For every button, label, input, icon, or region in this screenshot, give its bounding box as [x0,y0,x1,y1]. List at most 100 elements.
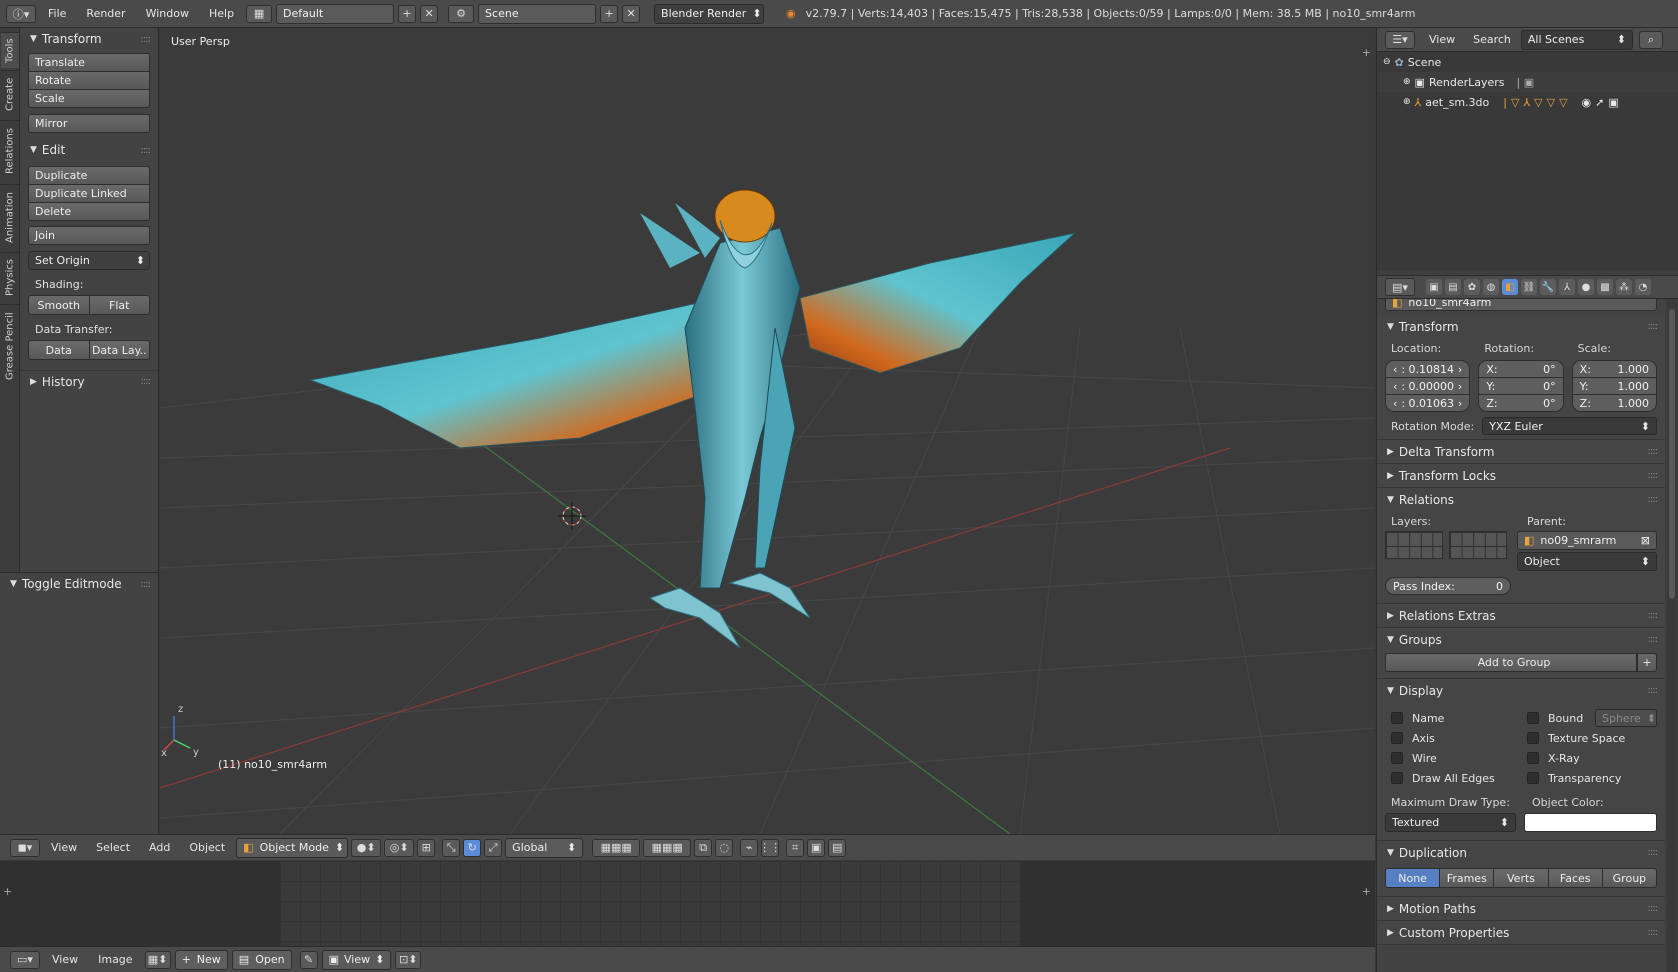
panel-relations-extras-header[interactable]: ▶ Relations Extras:::: [1377,604,1665,627]
rotation-z-field[interactable]: Z: 0° [1478,394,1564,412]
render-layers-tab-icon[interactable]: ▤ [1445,279,1461,295]
drag-handle-icon[interactable]: :::: [1648,470,1659,481]
duplication-none-button[interactable]: None [1385,868,1441,888]
viewport-shading-icon[interactable]: ●⬍ [351,838,382,857]
layers-grid[interactable] [1449,531,1507,559]
scene-field[interactable]: Scene [478,3,597,24]
data-layout-button[interactable]: Data Lay.. [88,340,150,360]
menu-window[interactable]: Window [138,7,197,20]
image-editor[interactable]: + + [0,861,1375,946]
location-z-field[interactable]: ‹: 0.01063 › [1385,394,1471,412]
name-checkbox[interactable]: Name [1391,708,1527,728]
join-button[interactable]: Join [28,226,150,245]
draw-all-edges-checkbox[interactable]: Draw All Edges [1391,768,1527,788]
bound-type-select[interactable]: Sphere ⬍ [1595,709,1657,727]
wire-checkbox[interactable]: Wire [1391,748,1527,768]
physics-tab-icon[interactable]: ◔ [1635,279,1651,295]
render-camera-icon[interactable]: ▣ [807,838,826,857]
pin-icon[interactable]: ✎ [299,950,318,969]
open-image-button[interactable]: ▤ Open [231,949,292,970]
scale-z-field[interactable]: Z: 1.000 [1571,394,1657,412]
mirror-button[interactable]: Mirror [28,114,150,133]
flat-button[interactable]: Flat [88,295,150,315]
creature-model[interactable] [308,189,1077,649]
rotation-x-field[interactable]: X: 0° [1478,360,1564,378]
tab-tools[interactable]: Tools [1,32,19,68]
menu-search[interactable]: Search [1469,33,1515,46]
rotation-mode-select[interactable]: YXZ Euler ⬍ [1482,417,1657,435]
add-layout-icon[interactable]: + [398,4,417,23]
rotation-y-field[interactable]: Y: 0° [1478,377,1564,395]
menu-select[interactable]: Select [88,841,138,854]
drag-handle-icon[interactable]: :::: [141,145,152,156]
tab-animation[interactable]: Animation [1,184,19,250]
menu-view[interactable]: View [44,953,86,966]
object-name-field[interactable]: ◧ no10_smr4arm [1385,299,1657,311]
pivot-icon[interactable]: ⊡⬍ [395,950,422,969]
display-mode-select[interactable]: All Scenes ⬍ [1520,29,1633,50]
editor-type-3d-icon[interactable]: ◼▾ [10,838,40,857]
panel-edit-header[interactable]: ▼ Edit:::: [20,139,158,161]
editor-type-info-icon[interactable]: ⓘ▾ [6,4,36,23]
scale-x-field[interactable]: X: 1.000 [1571,360,1657,378]
drag-handle-icon[interactable]: :::: [141,376,152,387]
object-tab-icon[interactable]: ◧ [1502,279,1518,295]
layers-grid-1-icon[interactable]: ▦▦▦ [592,838,641,857]
translate-button[interactable]: Translate [28,53,150,72]
menu-object[interactable]: Object [181,841,233,854]
set-origin-dropdown[interactable]: Set Origin ⬍ [28,251,150,270]
duplicate-linked-button[interactable]: Duplicate Linked [28,184,150,203]
rotate-manipulator-icon[interactable]: ↻ [463,838,482,857]
bound-checkbox[interactable]: Bound Sphere ⬍ [1527,708,1657,728]
scale-button[interactable]: Scale [28,89,150,108]
add-to-group-button[interactable]: Add to Group [1385,653,1637,672]
tab-grease-pencil[interactable]: Grease Pencil [1,304,19,388]
drag-handle-icon[interactable]: :::: [1648,847,1659,858]
duplication-verts-button[interactable]: Verts [1493,868,1549,888]
texture-tab-icon[interactable]: ▩ [1597,279,1613,295]
constraints-tab-icon[interactable]: ⛓ [1521,279,1537,295]
panel-relations-header[interactable]: ▼ Relations:::: [1377,488,1665,511]
scrollbar-thumb[interactable] [1669,309,1675,599]
drag-handle-icon[interactable]: :::: [1648,494,1659,505]
3d-cursor-icon[interactable] [558,502,586,530]
editor-type-image-icon[interactable]: ▭▾ [10,950,40,969]
location-y-field[interactable]: ‹: 0.00000 › [1385,377,1471,395]
pass-index-field[interactable]: Pass Index: 0 [1385,577,1511,595]
collapse-icon[interactable]: ⊖ [1383,57,1391,67]
menu-add[interactable]: Add [141,841,178,854]
browse-image-icon[interactable]: ▦⬍ [144,950,171,969]
menu-image[interactable]: Image [90,953,140,966]
snap-toggle-icon[interactable]: ⌁ [740,838,759,857]
region-expand-icon[interactable]: + [1362,885,1371,898]
panel-transform-locks-header[interactable]: ▶ Transform Locks:::: [1377,464,1665,487]
drag-handle-icon[interactable]: :::: [1648,610,1659,621]
smooth-button[interactable]: Smooth [28,295,90,315]
parent-field[interactable]: ◧ no09_smrarm ⊠ [1517,531,1657,550]
material-tab-icon[interactable]: ● [1578,279,1594,295]
panel-history-header[interactable]: ▶ History:::: [20,370,158,392]
expand-icon[interactable]: ⊕ [1403,77,1411,87]
panel-display-header[interactable]: ▼ Display:::: [1377,679,1665,702]
drag-handle-icon[interactable]: :::: [1648,927,1659,938]
drag-handle-icon[interactable]: :::: [141,34,152,45]
snap-element-icon[interactable]: ⋮⋮ [759,838,781,857]
pivot-point-icon[interactable]: ◎⬍ [384,838,415,857]
panel-groups-header[interactable]: ▼ Groups:::: [1377,628,1665,651]
duplication-group-button[interactable]: Group [1601,868,1658,888]
add-scene-icon[interactable]: + [600,4,619,23]
drag-handle-icon[interactable]: :::: [1648,321,1659,332]
editor-type-properties-icon[interactable]: ▤▾ [1385,278,1415,296]
render-camera-icon[interactable]: ▣ [1608,96,1618,109]
duplicate-button[interactable]: Duplicate [28,166,150,185]
editor-type-outliner-icon[interactable]: ☰▾ [1385,30,1415,49]
properties-scrollbar[interactable] [1667,299,1677,972]
orientation-select[interactable]: Global ⬍ [505,837,584,858]
outliner-row-scene[interactable]: ⊖ ✿ Scene [1377,52,1678,72]
max-draw-type-select[interactable]: Textured ⬍ [1385,813,1516,832]
layers-grid[interactable] [1385,531,1443,559]
modifiers-tab-icon[interactable]: 🔧 [1540,279,1556,295]
duplication-faces-button[interactable]: Faces [1547,868,1603,888]
transparency-checkbox[interactable]: Transparency [1527,768,1657,788]
screen-layout-field[interactable]: Default [276,3,395,24]
